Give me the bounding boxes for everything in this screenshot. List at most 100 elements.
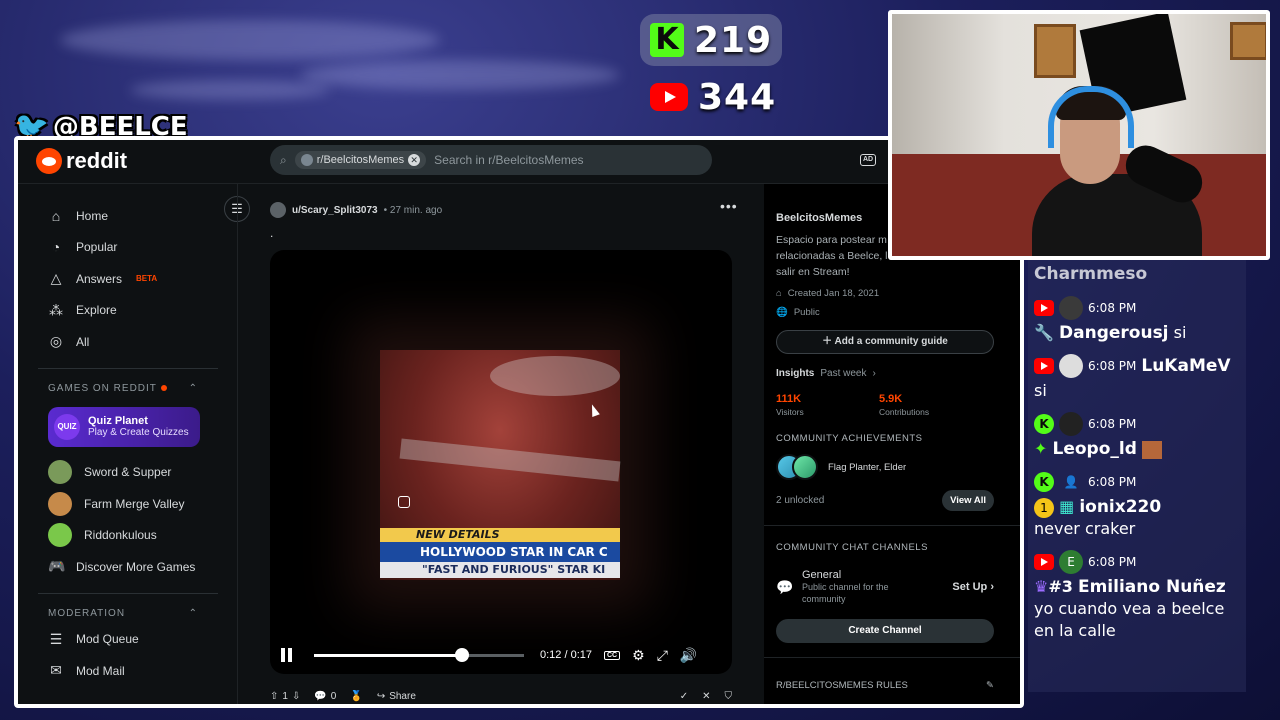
search-bar[interactable]: ⌕ r/BeelcitosMemes ✕ Search in r/Beelcit… [270, 145, 712, 175]
captions-icon[interactable]: CC [604, 650, 621, 660]
edit-pencil-icon[interactable]: ✎ [986, 680, 994, 691]
advertise-icon[interactable]: AD [860, 154, 876, 166]
view-all-button[interactable]: View All [942, 490, 994, 511]
all-icon: ◎ [49, 333, 63, 350]
wrench-icon: 🔧 [1034, 323, 1054, 342]
game-controller-icon: 🎮 [48, 558, 66, 575]
kick-icon: K [1034, 472, 1054, 492]
wall-picture [1034, 24, 1076, 78]
share-button[interactable]: ↪ Share [377, 691, 416, 702]
game-item-discover[interactable]: 🎮 Discover More Games [48, 551, 219, 583]
globe-icon: 🌐 [776, 307, 788, 318]
video-time: 0:12 / 0:17 [540, 649, 592, 661]
downvote-icon[interactable]: ⇩ [292, 691, 300, 702]
nav-item-explore[interactable]: ⁂ Explore [48, 295, 219, 327]
nav-item-popular[interactable]: ◔ Popular [48, 232, 219, 264]
pause-icon[interactable] [280, 648, 294, 662]
seek-bar-handle[interactable] [455, 647, 470, 662]
nav-item-home[interactable]: ⌂ Home [48, 200, 219, 232]
remove-icon[interactable]: ✕ [702, 691, 710, 702]
news-chyron-sub: "FAST AND FURIOUS" STAR KI [380, 562, 620, 578]
nav-item-all[interactable]: ◎ All [48, 326, 219, 358]
nav-item-mod-mail[interactable]: ✉ Mod Mail [48, 655, 219, 687]
games-section-header[interactable]: GAMES ON REDDIT ⌃ [48, 379, 198, 399]
sidebar-divider [764, 525, 1020, 526]
chat-username: Leopo_ld [1052, 439, 1137, 459]
chat-message: 6:08 PM 🔧 Dangerousj si [1028, 290, 1246, 348]
award-button[interactable]: 🏅 [350, 691, 362, 702]
general-channel[interactable]: 💬 General Public channel for the communi… [776, 569, 994, 605]
add-community-guide-button[interactable]: ＋ Add a community guide [776, 330, 994, 354]
insights-row[interactable]: Insights Past week › [776, 368, 1012, 379]
left-nav: ⌂ Home ◔ Popular △ Answers BETA ⁂ Explor… [18, 184, 238, 704]
crown-icon: ♛ [1034, 577, 1049, 596]
quiz-planet-banner[interactable]: QUIZ Quiz Planet Play & Create Quizzes [48, 406, 200, 447]
volume-icon[interactable]: 🔊 [680, 647, 697, 664]
nav-item-answers[interactable]: △ Answers BETA [48, 263, 219, 295]
visitors-stat: 111K Visitors [776, 393, 879, 417]
visitors-value: 111K [776, 393, 802, 405]
chat-message-header: K 👤 6:08 PM [1034, 468, 1240, 496]
mail-icon: ✉ [50, 662, 62, 679]
user-avatar[interactable] [270, 202, 286, 218]
achievements-title: COMMUNITY ACHIEVEMENTS [776, 433, 923, 444]
background-cloud [300, 60, 620, 90]
nav-item-mod-queue[interactable]: ☰ Mod Queue [48, 624, 219, 656]
game-item-farm-merge[interactable]: Farm Merge Valley [48, 488, 219, 520]
comment-icon: 💬 [314, 690, 327, 702]
chat-message-header: 6:08 PM [1034, 294, 1240, 322]
clear-chip-icon[interactable]: ✕ [408, 154, 421, 166]
instagram-icon [398, 496, 410, 508]
reddit-window: reddit ⌕ r/BeelcitosMemes ✕ Search in r/… [14, 136, 1024, 708]
mod-shield-icon[interactable]: ⛉ [725, 691, 733, 702]
game-label: Riddonkulous [84, 528, 157, 543]
live-dot-icon [160, 385, 167, 391]
moderation-section-header[interactable]: MODERATION ⌃ [48, 604, 198, 624]
upvote-icon[interactable]: ⇧ [270, 691, 278, 702]
chat-time: 6:08 PM [1088, 475, 1137, 489]
achievements-footer: 2 unlocked View All [776, 490, 994, 511]
vote-group: ⇧ 1 ⇩ [270, 691, 300, 702]
plus-icon: ＋ [822, 336, 835, 347]
chat-text: yo cuando vea a beelce en la calle [1034, 599, 1225, 640]
youtube-viewer-counter: 344 [640, 74, 786, 120]
contributions-value: 5.9K [879, 393, 903, 405]
answers-icon: △ [50, 270, 62, 287]
community-search-chip[interactable]: r/BeelcitosMemes ✕ [294, 151, 427, 169]
chat-username: LuKaMeV [1141, 356, 1231, 376]
car-hood-highlight [490, 356, 620, 396]
news-chyron-headline: HOLLYWOOD STAR IN CAR C [380, 542, 620, 562]
home-icon: ⌂ [51, 207, 61, 224]
fullscreen-icon[interactable]: ⤢ [657, 647, 668, 664]
game-item-riddonkulous[interactable]: Riddonkulous [48, 520, 219, 552]
comments-button[interactable]: 💬 0 [314, 691, 336, 702]
award-icon: 🏅 [350, 690, 363, 702]
more-options-icon[interactable]: ••• [720, 198, 738, 214]
chat-message-header: 6:08 PM LuKaMeV [1034, 352, 1240, 380]
webcam-feed [888, 10, 1270, 260]
channel-description: Public channel for the community [802, 582, 889, 604]
settings-gear-icon[interactable]: ⚙ [632, 647, 645, 664]
reddit-logo[interactable]: reddit [36, 148, 127, 174]
guide-label: Add a community guide [834, 336, 948, 347]
community-sidebar: BeelcitosMemes Espacio para postear m re… [764, 184, 1020, 704]
achievements-row: Flag Planter, Elder [776, 454, 1012, 480]
create-channel-button[interactable]: Create Channel [776, 619, 994, 643]
setup-button[interactable]: Set Up › [952, 581, 994, 593]
post-author[interactable]: u/Scary_Split3073 [292, 205, 378, 216]
game-item-sword-supper[interactable]: Sword & Supper [48, 457, 219, 489]
approve-icon[interactable]: ✓ [680, 691, 688, 702]
video-player[interactable]: NEW DETAILS HOLLYWOOD STAR IN CAR C "FAS… [270, 250, 732, 674]
post-time: • 27 min. ago [383, 204, 443, 216]
gift-icon: ▦ [1059, 497, 1075, 516]
elder-badge-icon [792, 454, 818, 480]
search-input[interactable]: Search in r/BeelcitosMemes [434, 153, 583, 167]
chat-text: never craker [1034, 519, 1136, 538]
video-seek-bar[interactable] [314, 647, 524, 662]
chevron-up-icon: ⌃ [188, 608, 198, 619]
chevron-right-icon: › [872, 368, 876, 379]
chat-username: Dangerousj [1059, 323, 1169, 343]
post-body: . [270, 226, 274, 240]
chat-message: K 6:08 PM ✦ Leopo_ld [1028, 406, 1246, 464]
nav-divider [38, 592, 218, 594]
